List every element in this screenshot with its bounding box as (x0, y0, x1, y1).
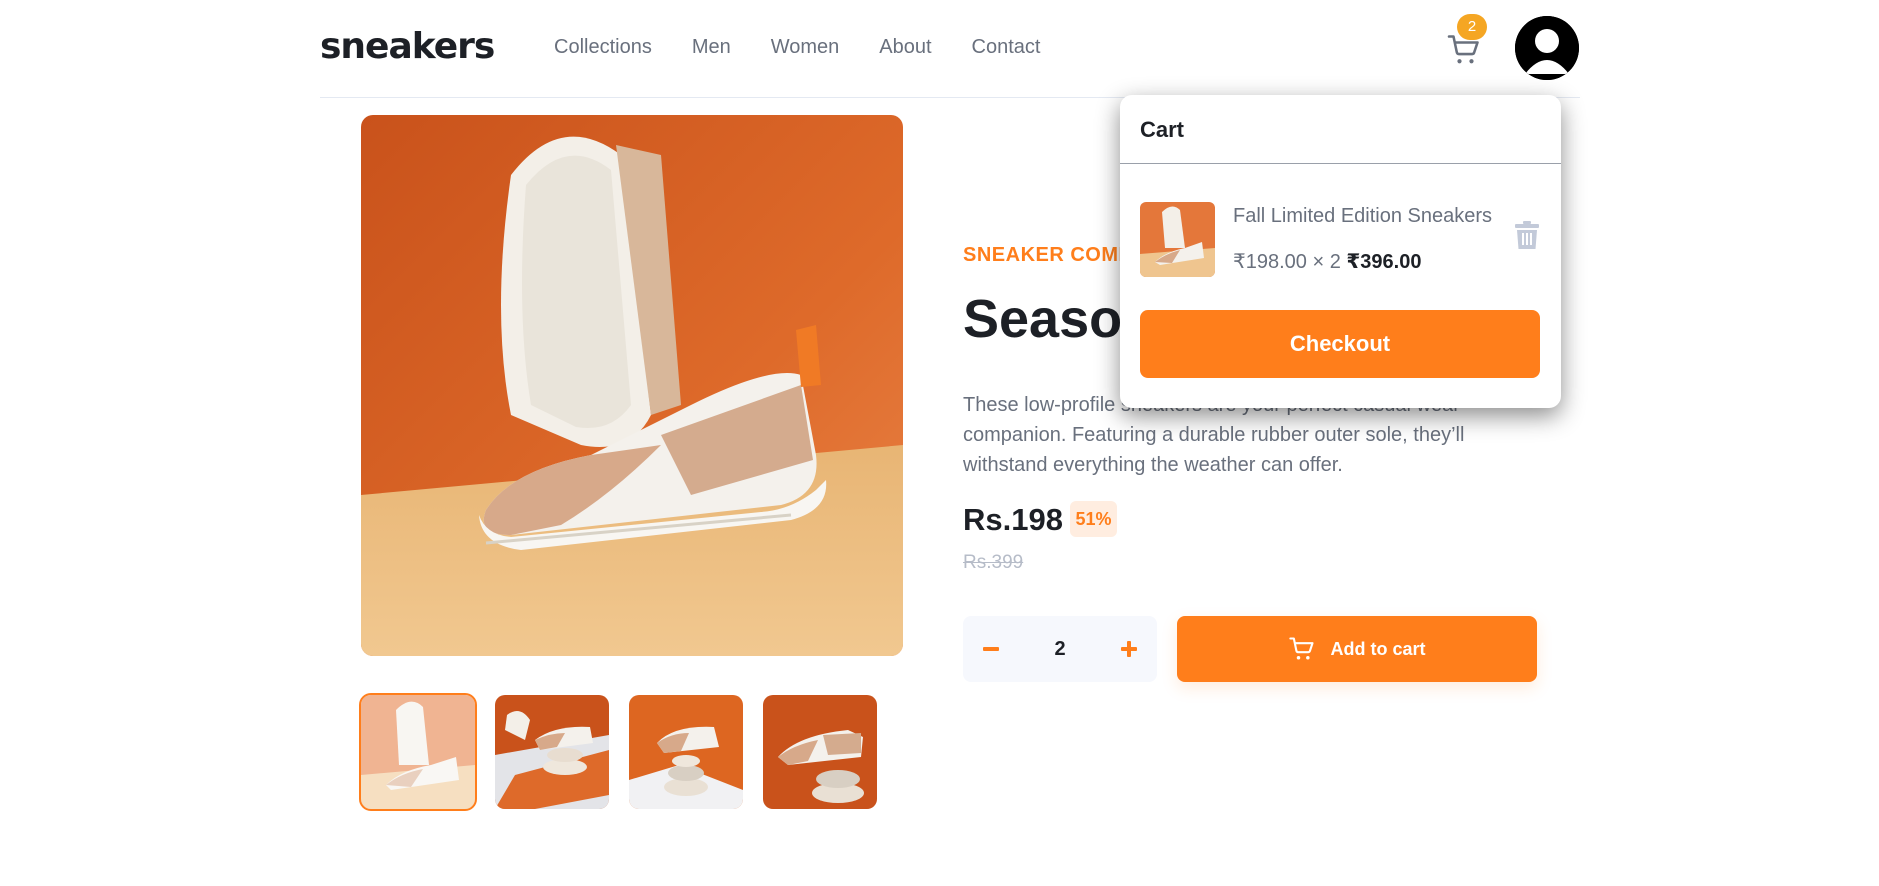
thumbnail-4[interactable] (763, 695, 877, 809)
cart-count-badge: 2 (1457, 14, 1487, 40)
minus-icon (983, 647, 999, 651)
add-to-cart-button[interactable]: Add to cart (1177, 616, 1537, 682)
thumbnail-1[interactable] (359, 693, 477, 811)
site-header: sneakers Collections Men Women About Con… (320, 0, 1580, 98)
thumbnail-2[interactable] (495, 695, 609, 809)
quantity-stepper: 2 (963, 616, 1157, 682)
avatar[interactable] (1515, 16, 1579, 80)
thumbnail-strip (359, 693, 877, 811)
plus-icon (1121, 641, 1137, 657)
thumbnail-3[interactable] (629, 695, 743, 809)
increase-quantity-button[interactable] (1101, 616, 1157, 682)
trash-icon (1515, 221, 1539, 249)
nav-men[interactable]: Men (692, 36, 731, 59)
add-to-cart-label: Add to cart (1330, 638, 1426, 659)
quantity-value: 2 (1054, 638, 1066, 660)
cart-icon (1289, 637, 1315, 660)
cart-dropdown: Cart Fall Limited Edition Sneakers ₹198.… (1120, 95, 1561, 408)
avatar-icon (1515, 16, 1579, 80)
original-price: Rs.399 (963, 552, 1024, 573)
checkout-button[interactable]: Checkout (1140, 310, 1540, 378)
cart-item-total: ₹396.00 (1346, 251, 1422, 273)
cart-divider (1120, 163, 1561, 164)
cart-title: Cart (1140, 117, 1185, 142)
nav-about[interactable]: About (879, 36, 931, 59)
product-main-image[interactable] (361, 115, 903, 656)
nav-contact[interactable]: Contact (972, 36, 1041, 59)
cart-item-name: Fall Limited Edition Sneakers (1233, 205, 1493, 227)
main-nav: Collections Men Women About Contact (554, 36, 1040, 59)
nav-collections[interactable]: Collections (554, 36, 652, 59)
decrease-quantity-button[interactable] (963, 616, 1019, 682)
cart-item-thumbnail (1140, 202, 1215, 277)
current-price: Rs.198 (963, 502, 1063, 537)
cart-item-price-calc: ₹198.00 × 2 ₹396.00 (1233, 249, 1421, 274)
delete-item-button[interactable] (1515, 221, 1541, 251)
discount-badge: 51% (1070, 501, 1117, 537)
company-label: SNEAKER COMP (963, 244, 1133, 266)
cart-item-unit: ₹198.00 × 2 (1233, 251, 1341, 273)
nav-women[interactable]: Women (771, 36, 840, 59)
logo[interactable]: sneakers (320, 26, 495, 67)
